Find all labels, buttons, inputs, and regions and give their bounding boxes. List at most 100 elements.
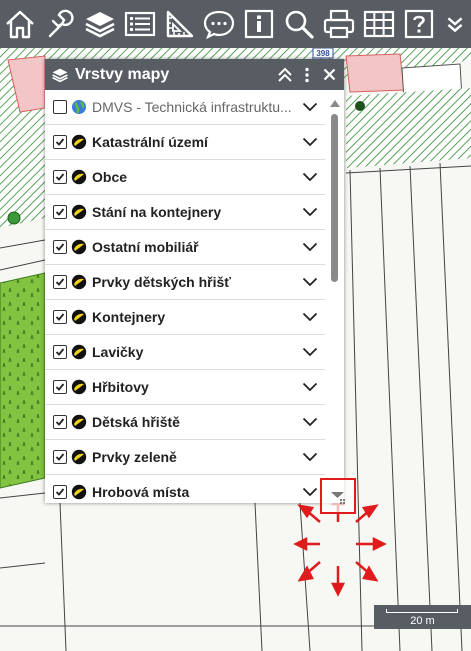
info-button[interactable] [239, 0, 279, 48]
more-tools-button[interactable] [439, 0, 471, 48]
legend-list-icon [124, 11, 155, 37]
layer-visibility-checkbox[interactable] [53, 240, 67, 254]
layer-type-icon [71, 344, 87, 360]
layer-row[interactable]: Stání na kontejnery [45, 195, 325, 230]
layer-type-icon [71, 309, 87, 325]
layer-type-icon [71, 204, 87, 220]
layers-button[interactable] [80, 0, 120, 48]
layer-name: Hrobová místa [92, 484, 190, 500]
search-icon [285, 10, 314, 39]
wrench-icon [48, 9, 74, 38]
layer-name: Ostatní mobiliář [92, 239, 199, 255]
chevron-down-icon [302, 382, 318, 392]
info-icon [245, 9, 274, 39]
help-button[interactable] [399, 0, 439, 48]
layer-list-scrollbar[interactable] [329, 96, 341, 500]
panel-menu-button[interactable] [296, 59, 318, 90]
chevron-down-icon [302, 312, 318, 322]
layer-expand-button[interactable] [297, 172, 323, 182]
layer-expand-button[interactable] [297, 242, 323, 252]
layer-expand-button[interactable] [297, 277, 323, 287]
layer-list: DMVS - Technická infrastruktu... Katastrá… [45, 90, 325, 503]
layer-row[interactable]: Hrobová místa [45, 475, 325, 503]
collapse-panel-button[interactable] [274, 59, 296, 90]
layer-visibility-checkbox[interactable] [53, 415, 67, 429]
help-icon [404, 9, 434, 39]
layer-visibility-checkbox[interactable] [53, 345, 67, 359]
layer-row[interactable]: Obce [45, 160, 325, 195]
scroll-up-arrow-icon[interactable] [329, 98, 341, 108]
layer-expand-button[interactable] [297, 137, 323, 147]
legend-button[interactable] [120, 0, 160, 48]
print-icon [324, 9, 355, 39]
more-chevron-icon [447, 17, 463, 33]
layer-expand-button[interactable] [297, 312, 323, 322]
layer-name: Prvky dětských hřišť [92, 274, 232, 290]
layers-icon [85, 12, 115, 38]
layer-row[interactable]: DMVS - Technická infrastruktu... [45, 90, 325, 125]
layer-expand-button[interactable] [297, 417, 323, 427]
layer-type-icon [71, 239, 87, 255]
layer-name: Hřbitovy [92, 379, 149, 395]
close-panel-button[interactable] [318, 59, 340, 90]
layer-name: Dětská hřiště [92, 414, 180, 430]
layers-panel-title: Vrstvy mapy [75, 65, 170, 83]
layer-row[interactable]: Prvky dětských hřišť [45, 265, 325, 300]
grid-button[interactable] [359, 0, 399, 48]
chevron-down-icon [302, 102, 318, 112]
layer-row[interactable]: Dětská hřiště [45, 405, 325, 440]
layer-row[interactable]: Katastrální území [45, 125, 325, 160]
layer-visibility-checkbox[interactable] [53, 135, 67, 149]
layer-visibility-checkbox[interactable] [53, 100, 67, 114]
scale-line [386, 609, 458, 613]
close-icon [323, 68, 335, 81]
main-toolbar [0, 0, 471, 48]
layer-type-icon [71, 449, 87, 465]
chevron-down-icon [302, 207, 318, 217]
layer-visibility-checkbox[interactable] [53, 380, 67, 394]
layer-row[interactable]: Ostatní mobiliář [45, 230, 325, 265]
panel-resize-handle[interactable] [320, 478, 356, 514]
layer-row[interactable]: Hřbitovy [45, 370, 325, 405]
layer-visibility-checkbox[interactable] [53, 485, 67, 499]
comment-button[interactable] [200, 0, 240, 48]
layer-expand-button[interactable] [297, 347, 323, 357]
measure-button[interactable] [160, 0, 200, 48]
layer-name: Katastrální území [92, 134, 208, 150]
globe-icon [71, 99, 87, 115]
check-icon [55, 488, 65, 496]
layer-type-icon [71, 379, 87, 395]
layer-expand-button[interactable] [297, 452, 323, 462]
layer-type-icon [71, 134, 87, 150]
layer-visibility-checkbox[interactable] [53, 450, 67, 464]
layer-visibility-checkbox[interactable] [53, 170, 67, 184]
layer-row[interactable]: Prvky zeleně [45, 440, 325, 475]
grid-icon [364, 10, 395, 38]
layer-name: Lavičky [92, 344, 144, 360]
layer-expand-button[interactable] [297, 207, 323, 217]
home-icon [6, 10, 34, 39]
layer-row[interactable]: Kontejnery [45, 300, 325, 335]
home-button[interactable] [0, 0, 40, 48]
chevron-down-icon [302, 487, 318, 497]
chevron-down-icon [302, 137, 318, 147]
check-icon [55, 173, 65, 181]
search-button[interactable] [279, 0, 319, 48]
layer-name: Stání na kontejnery [92, 204, 222, 220]
check-icon [55, 278, 65, 286]
measure-icon [166, 10, 193, 38]
layer-visibility-checkbox[interactable] [53, 275, 67, 289]
tools-button[interactable] [40, 0, 80, 48]
layer-expand-button[interactable] [297, 382, 323, 392]
layer-visibility-checkbox[interactable] [53, 205, 67, 219]
layer-expand-button[interactable] [297, 102, 323, 112]
check-icon [55, 313, 65, 321]
check-icon [55, 453, 65, 461]
print-button[interactable] [319, 0, 359, 48]
layers-panel-header[interactable]: Vrstvy mapy [45, 59, 344, 90]
comment-icon [204, 10, 235, 40]
layer-name: Obce [92, 169, 128, 185]
scrollbar-thumb[interactable] [331, 114, 338, 282]
layer-visibility-checkbox[interactable] [53, 310, 67, 324]
layer-row[interactable]: Lavičky [45, 335, 325, 370]
